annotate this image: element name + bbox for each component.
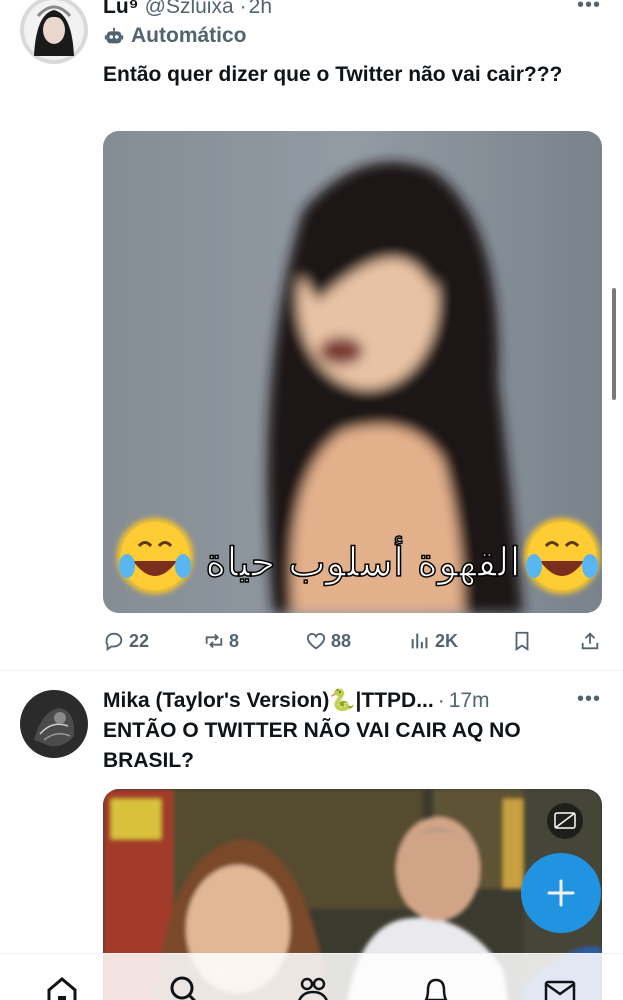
display-name[interactable]: Mika (Taylor's Version)🐍|TTPD... (103, 689, 434, 713)
image-caption: القهوة أسلوب حياة (205, 536, 520, 586)
compose-icon (547, 879, 575, 907)
automated-text: Automático (131, 24, 247, 47)
nav-notifications[interactable] (418, 974, 454, 1000)
like-button[interactable]: 88 (305, 626, 351, 656)
timestamp[interactable]: 17m (449, 689, 490, 713)
display-name[interactable]: Lu⁹ (103, 0, 139, 19)
bottom-navigation (0, 953, 623, 1000)
bookmark-icon (515, 631, 529, 651)
tweet[interactable]: Mika (Taylor's Version)🐍|TTPD... · 17m •… (0, 671, 623, 1000)
search-icon (170, 976, 197, 1000)
communities-icon (298, 977, 328, 1000)
reply-button[interactable]: 22 (103, 626, 149, 656)
nav-home[interactable] (44, 974, 80, 1000)
messages-icon (544, 980, 576, 1000)
reply-count: 22 (129, 630, 150, 651)
views-icon (411, 633, 428, 649)
retweet-icon (205, 633, 223, 649)
views-count: 2K (435, 630, 459, 651)
scrollbar[interactable] (612, 288, 616, 400)
retweet-count: 8 (229, 630, 240, 651)
more-options-button[interactable]: ••• (577, 0, 601, 17)
handle[interactable]: @Szluixa (145, 0, 234, 19)
tweet-header: Lu⁹ @Szluixa · 2h (103, 0, 272, 22)
timestamp[interactable]: 2h (249, 0, 272, 19)
tweet-text: ENTÃO O TWITTER NÃO VAI CAIR AQ NO BRASI… (103, 719, 521, 772)
share-button[interactable] (579, 626, 605, 656)
views-button[interactable]: 2K (409, 626, 458, 656)
retweet-button[interactable]: 8 (203, 626, 239, 656)
heart-icon (306, 633, 326, 650)
separator-dot: · (437, 689, 445, 712)
nav-communities[interactable] (295, 974, 331, 1000)
more-options-button[interactable]: ••• (577, 688, 601, 711)
bookmark-button[interactable] (511, 626, 537, 656)
sensitive-media-icon[interactable] (547, 803, 583, 839)
compose-button[interactable] (521, 853, 601, 933)
avatar[interactable] (20, 0, 88, 64)
tweet-text: Então quer dizer que o Twitter não vai c… (103, 63, 563, 86)
tweet-image[interactable]: القهوة أسلوب حياة (103, 131, 602, 613)
tweet[interactable]: Lu⁹ @Szluixa · 2h ••• Automático Então q… (0, 0, 623, 670)
separator-dot: · (239, 0, 247, 18)
nav-messages[interactable] (542, 974, 578, 1000)
like-count: 88 (331, 630, 352, 651)
tweet-header: Mika (Taylor's Version)🐍|TTPD... · 17m (103, 686, 490, 716)
tweet-actions: 22 8 88 2K (103, 626, 602, 656)
automated-label: Automático (103, 24, 247, 48)
robot-icon (104, 27, 124, 44)
avatar[interactable] (20, 690, 88, 758)
reply-icon (105, 632, 123, 652)
nav-search[interactable] (166, 974, 202, 1000)
notifications-icon (424, 978, 448, 1000)
share-icon (581, 632, 599, 650)
home-icon (47, 977, 77, 1000)
